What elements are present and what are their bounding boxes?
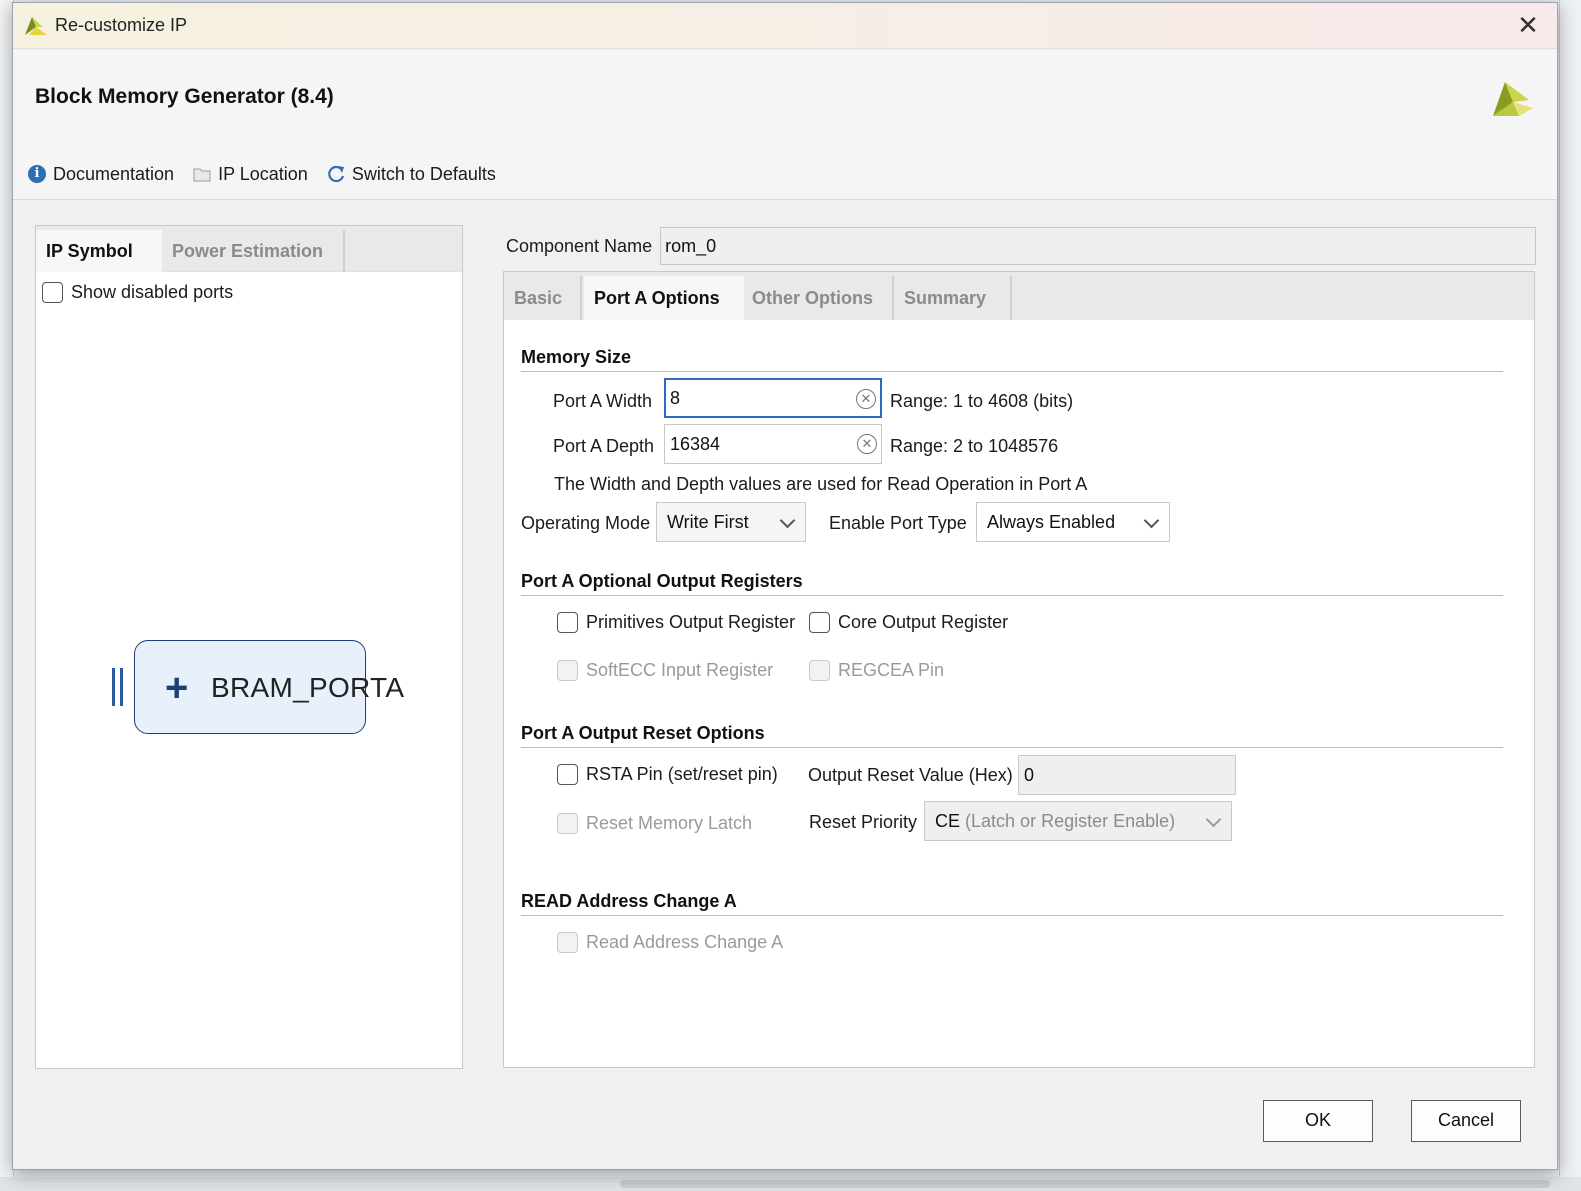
regcea-pin-checkbox: REGCEA Pin [809,660,944,681]
reset-memory-latch-label: Reset Memory Latch [586,813,753,833]
port-a-width-label: Port A Width [553,391,653,411]
recustomize-ip-dialog: Re-customize IP ✕ Block Memory Generator… [12,2,1558,1170]
core-output-register-box[interactable] [809,612,830,633]
primitives-output-register-label: Primitives Output Register [586,612,796,632]
dialog-titlebar: Re-customize IP ✕ [13,3,1557,49]
memory-size-heading: Memory Size [521,347,632,367]
port-a-depth-input[interactable]: 16384 ✕ [664,424,882,464]
dialog-title: Re-customize IP [55,15,188,35]
show-disabled-ports-checkbox[interactable]: Show disabled ports [42,282,233,303]
regcea-pin-box [809,660,830,681]
port-a-width-range: Range: 1 to 4608 (bits) [890,391,1074,411]
configuration-tabs: Basic Port A Options Other Options Summa… [504,272,1534,320]
component-name-row: Component Name rom_0 [506,227,1537,265]
background-right-panel [1559,0,1581,1191]
read-address-change-label: Read Address Change A [586,932,784,952]
operating-mode-label: Operating Mode [521,513,651,533]
enable-port-type-value: Always Enabled [987,512,1116,532]
background-scrollbar[interactable] [0,1177,1581,1191]
clear-depth-icon[interactable]: ✕ [857,434,877,454]
core-output-register-label: Core Output Register [838,612,1009,632]
ip-header: Block Memory Generator (8.4) i Documenta… [13,50,1557,200]
port-a-depth-label: Port A Depth [553,436,655,456]
primitives-output-register-box[interactable] [557,612,578,633]
ip-location-label: IP Location [218,163,308,184]
xilinx-logo-icon [1493,82,1533,116]
scrollbar-thumb[interactable] [620,1180,1550,1188]
left-panel-tabs: IP Symbol Power Estimation [36,226,462,272]
operating-mode-value: Write First [667,512,749,532]
softecc-input-register-checkbox: SoftECC Input Register [557,660,773,681]
component-name-field[interactable]: rom_0 [660,227,1537,265]
read-address-change-checkbox: Read Address Change A [557,932,783,953]
output-reset-value-label: Output Reset Value (Hex) [808,765,1013,785]
operating-mode-select[interactable]: Write First [656,502,806,542]
switch-to-defaults-button[interactable]: Switch to Defaults [326,164,496,185]
clear-width-icon[interactable]: ✕ [856,389,876,409]
ip-location-button[interactable]: IP Location [192,164,308,185]
reset-memory-latch-checkbox: Reset Memory Latch [557,813,752,834]
reset-priority-value-detail: (Latch or Register Enable) [965,811,1176,831]
enable-port-type-label: Enable Port Type [829,513,967,533]
switch-to-defaults-label: Switch to Defaults [351,163,496,184]
vivado-app-icon [25,17,47,35]
enable-port-type-select[interactable]: Always Enabled [976,502,1170,542]
ip-symbol-panel: IP Symbol Power Estimation Show disabled… [35,225,463,1069]
core-output-register-checkbox[interactable]: Core Output Register [809,612,1008,633]
output-reset-options-divider [521,747,1503,748]
chevron-down-icon [1143,512,1160,529]
ip-symbol-diagram: + BRAM_PORTA [112,640,404,740]
tab-other-options[interactable]: Other Options [742,276,894,320]
component-name-label: Component Name [506,235,653,256]
expand-plus-icon[interactable]: + [165,663,188,713]
ip-title: Block Memory Generator (8.4) [35,85,334,108]
tab-basic[interactable]: Basic [504,276,582,320]
chevron-down-icon [1205,811,1222,828]
port-a-width-value: 8 [670,388,681,408]
port-a-width-input[interactable]: 8 ✕ [664,378,882,418]
documentation-button[interactable]: i Documentation [27,164,174,185]
optional-output-registers-heading: Port A Optional Output Registers [521,571,803,591]
ok-button[interactable]: OK [1263,1100,1373,1142]
close-icon[interactable]: ✕ [1513,11,1543,41]
folder-icon [192,164,212,184]
memory-size-divider [521,371,1503,372]
port-a-depth-range: Range: 2 to 1048576 [890,436,1059,456]
read-address-change-box [557,932,578,953]
configuration-panel: Basic Port A Options Other Options Summa… [503,271,1535,1068]
output-reset-options-heading: Port A Output Reset Options [521,723,765,743]
port-connector-icon [112,668,128,706]
primitives-output-register-checkbox[interactable]: Primitives Output Register [557,612,795,633]
output-reset-value-field[interactable]: 0 [1018,755,1236,795]
rsta-pin-label: RSTA Pin (set/reset pin) [586,764,778,784]
softecc-input-register-box [557,660,578,681]
refresh-icon [326,164,346,184]
reset-priority-label: Reset Priority [809,812,918,832]
documentation-label: Documentation [53,163,175,184]
ip-toolbar: i Documentation IP Location Switch to De… [27,161,514,187]
bram-porta-label: BRAM_PORTA [211,672,405,703]
tab-port-a-options[interactable]: Port A Options [584,276,744,320]
reset-priority-select: CE (Latch or Register Enable) [924,801,1232,841]
bram-porta-interface[interactable]: + BRAM_PORTA [134,640,404,734]
cancel-button[interactable]: Cancel [1411,1100,1521,1142]
read-address-change-divider [521,915,1503,916]
tab-power-estimation[interactable]: Power Estimation [162,230,345,272]
port-a-depth-value: 16384 [670,434,721,454]
softecc-input-register-label: SoftECC Input Register [586,660,774,680]
show-disabled-ports-label: Show disabled ports [71,282,234,302]
info-icon: i [27,164,47,184]
optional-output-registers-divider [521,595,1503,596]
regcea-pin-label: REGCEA Pin [838,660,945,680]
reset-priority-value-main: CE [935,811,961,831]
chevron-down-icon [779,512,796,529]
reset-memory-latch-box [557,813,578,834]
show-disabled-ports-box[interactable] [42,282,63,303]
tab-summary[interactable]: Summary [894,276,1012,320]
read-address-change-heading: READ Address Change A [521,891,737,911]
rsta-pin-box[interactable] [557,764,578,785]
width-depth-note: The Width and Depth values are used for … [554,474,1088,494]
rsta-pin-checkbox[interactable]: RSTA Pin (set/reset pin) [557,764,778,785]
tab-ip-symbol[interactable]: IP Symbol [36,230,162,272]
